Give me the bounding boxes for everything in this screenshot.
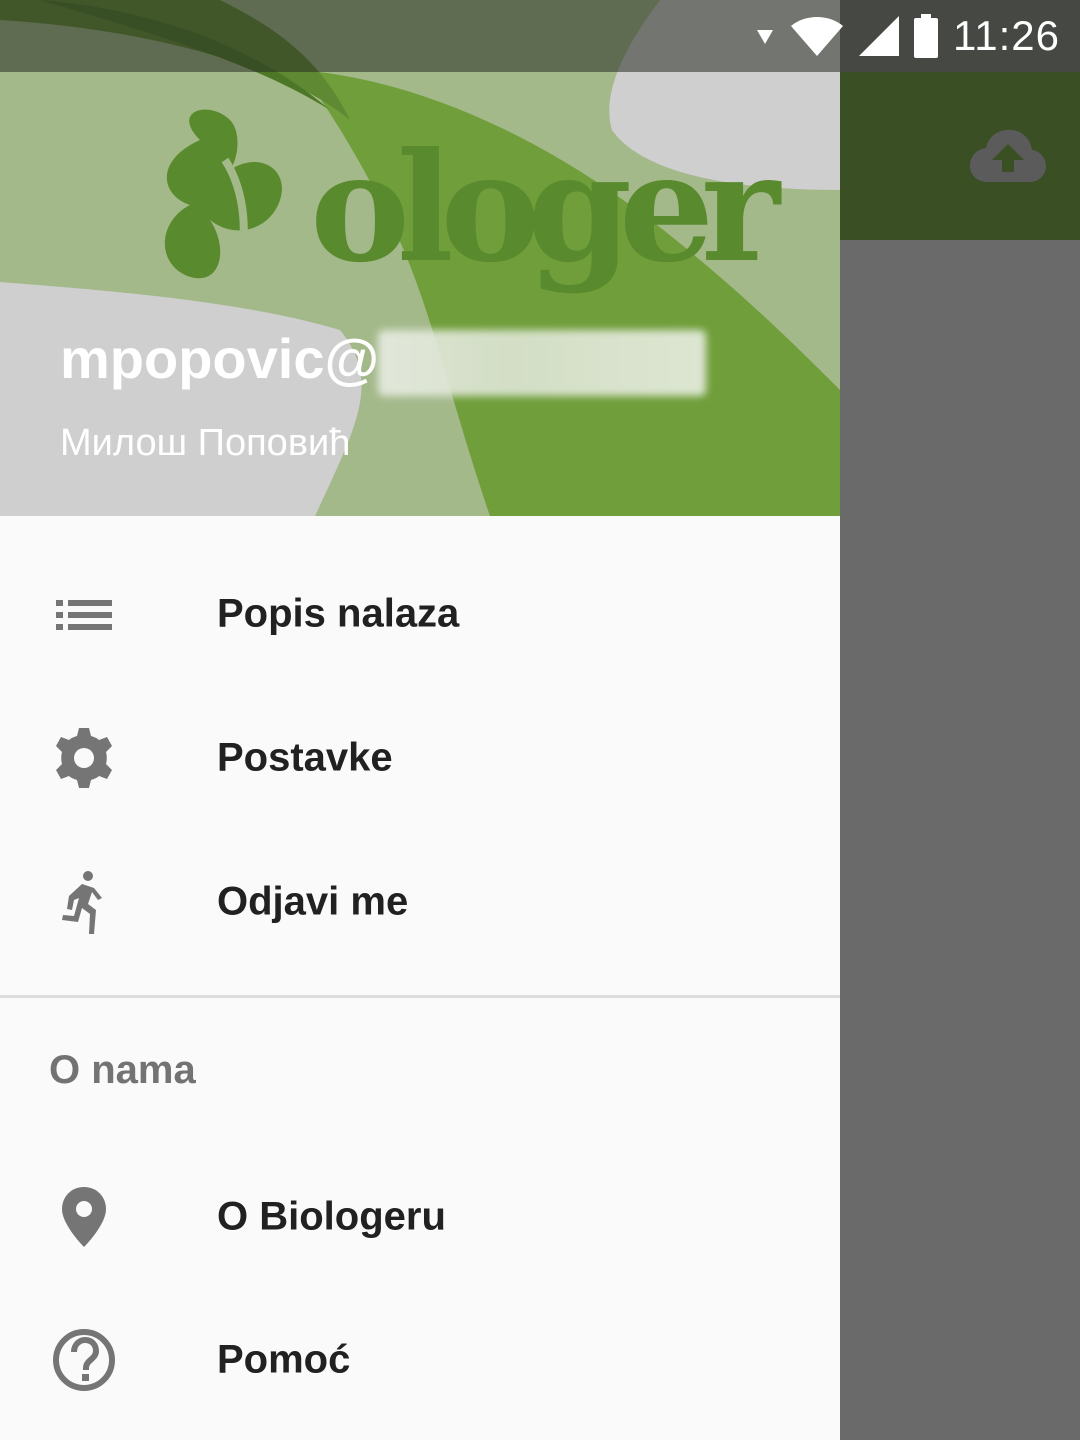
list-icon	[56, 600, 112, 630]
cloud-upload-icon[interactable]	[968, 126, 1048, 186]
running-person-icon	[62, 871, 102, 934]
menu-item-odjavi-me[interactable]: Odjavi me	[0, 830, 840, 974]
battery-icon	[914, 14, 938, 58]
menu-item-popis-nalaza[interactable]: Popis nalaza	[0, 542, 840, 686]
biologer-logo: ologer	[164, 109, 782, 296]
status-bar: 11:26	[0, 0, 1080, 72]
status-time: 11:26	[953, 12, 1060, 59]
menu-item-label: Pomoć	[217, 1337, 351, 1382]
menu-item-pomoc[interactable]: Pomoć	[0, 1288, 840, 1432]
menu-item-label: O Biologeru	[217, 1194, 446, 1239]
menu-item-label: Postavke	[217, 735, 393, 780]
gear-icon	[56, 728, 112, 788]
user-email: mpopovic@	[60, 327, 380, 390]
menu-item-o-biologeru[interactable]: O Biologeru	[0, 1145, 840, 1289]
menu-item-label: Odjavi me	[217, 879, 409, 924]
help-circle-icon	[53, 1329, 115, 1391]
user-name: Милош Поповић	[60, 422, 351, 464]
section-header-o-nama: O nama	[49, 1048, 196, 1092]
location-pin-icon	[62, 1187, 106, 1247]
wifi-icon	[791, 17, 843, 56]
signal-icon	[859, 16, 899, 56]
menu-item-label: Popis nalaza	[217, 591, 460, 636]
divider	[0, 995, 840, 998]
svg-text:ologer: ologer	[310, 120, 782, 296]
data-arrow-icon	[757, 30, 773, 44]
menu-item-postavke[interactable]: Postavke	[0, 686, 840, 830]
navigation-drawer: ologer mpopovic@ Милош Поповић Popis nal…	[0, 0, 840, 1440]
drawer-header: ologer mpopovic@ Милош Поповић	[0, 0, 840, 516]
redacted-email-domain	[378, 330, 706, 396]
